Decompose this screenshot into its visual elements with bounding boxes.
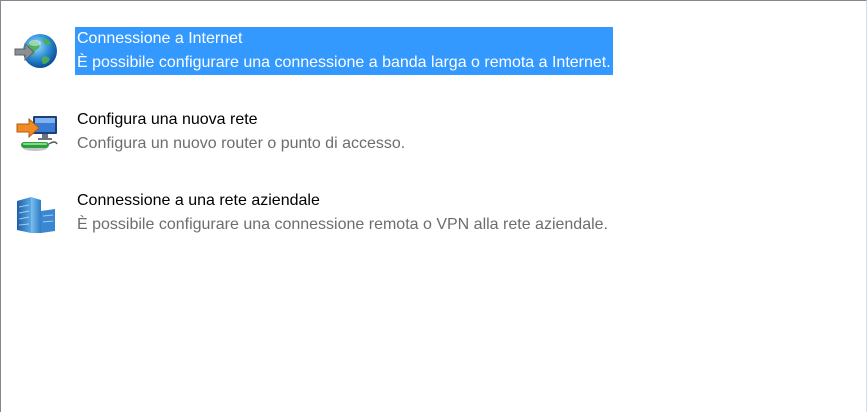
- option-text: Connessione a Internet È possibile confi…: [75, 27, 613, 75]
- option-text: Configura una nuova rete Configura un nu…: [75, 108, 407, 155]
- option-description: È possibile configurare una connessione …: [77, 216, 608, 233]
- option-workplace-connection[interactable]: Connessione a una rete aziendale È possi…: [11, 189, 771, 243]
- internet-globe-icon: [13, 29, 61, 77]
- option-description: È possibile configurare una connessione …: [77, 54, 611, 71]
- option-internet-connection[interactable]: Connessione a Internet È possibile confi…: [11, 27, 771, 81]
- option-title: Connessione a Internet: [77, 30, 243, 47]
- connection-options-list: Connessione a Internet È possibile confi…: [0, 0, 867, 412]
- option-new-network[interactable]: Configura una nuova rete Configura un nu…: [11, 108, 771, 162]
- option-title: Configura una nuova rete: [77, 111, 258, 128]
- option-description: Configura un nuovo router o punto di acc…: [77, 135, 406, 152]
- option-text: Connessione a una rete aziendale È possi…: [75, 189, 610, 236]
- workplace-building-icon: [13, 191, 61, 239]
- option-title: Connessione a una rete aziendale: [77, 192, 320, 209]
- new-network-router-icon: [13, 110, 61, 158]
